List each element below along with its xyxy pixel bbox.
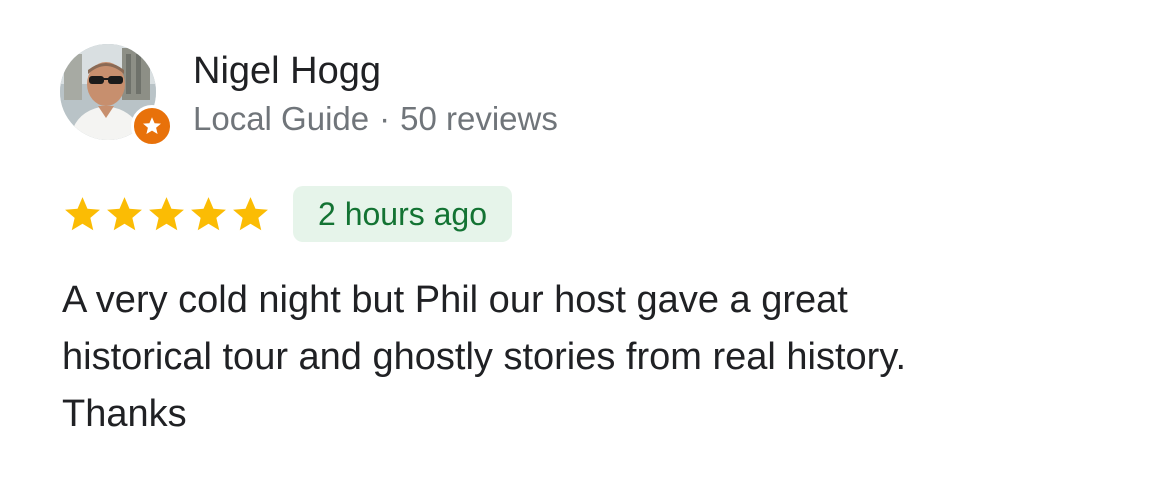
star-icon [107,197,142,231]
local-guide-badge [131,105,173,147]
review-card: Nigel Hogg Local Guide · 50 reviews 2 hour… [0,0,1170,499]
meta-separator: · [379,100,391,137]
review-count: 50 reviews [400,100,558,137]
reviewer-name[interactable]: Nigel Hogg [193,48,381,94]
star-rating [62,194,271,236]
star-icon [233,197,268,231]
local-guide-star-icon [143,117,161,134]
review-time-badge: 2 hours ago [293,186,513,242]
star-icon [149,197,184,231]
local-guide-label: Local Guide [193,100,370,137]
review-text: A very cold night but Phil our host gave… [62,279,907,435]
star-icon [65,197,100,231]
reviewer-avatar-group[interactable] [60,44,173,147]
reviewer-meta[interactable]: Local Guide · 50 reviews [193,99,558,139]
star-icon [191,197,226,231]
